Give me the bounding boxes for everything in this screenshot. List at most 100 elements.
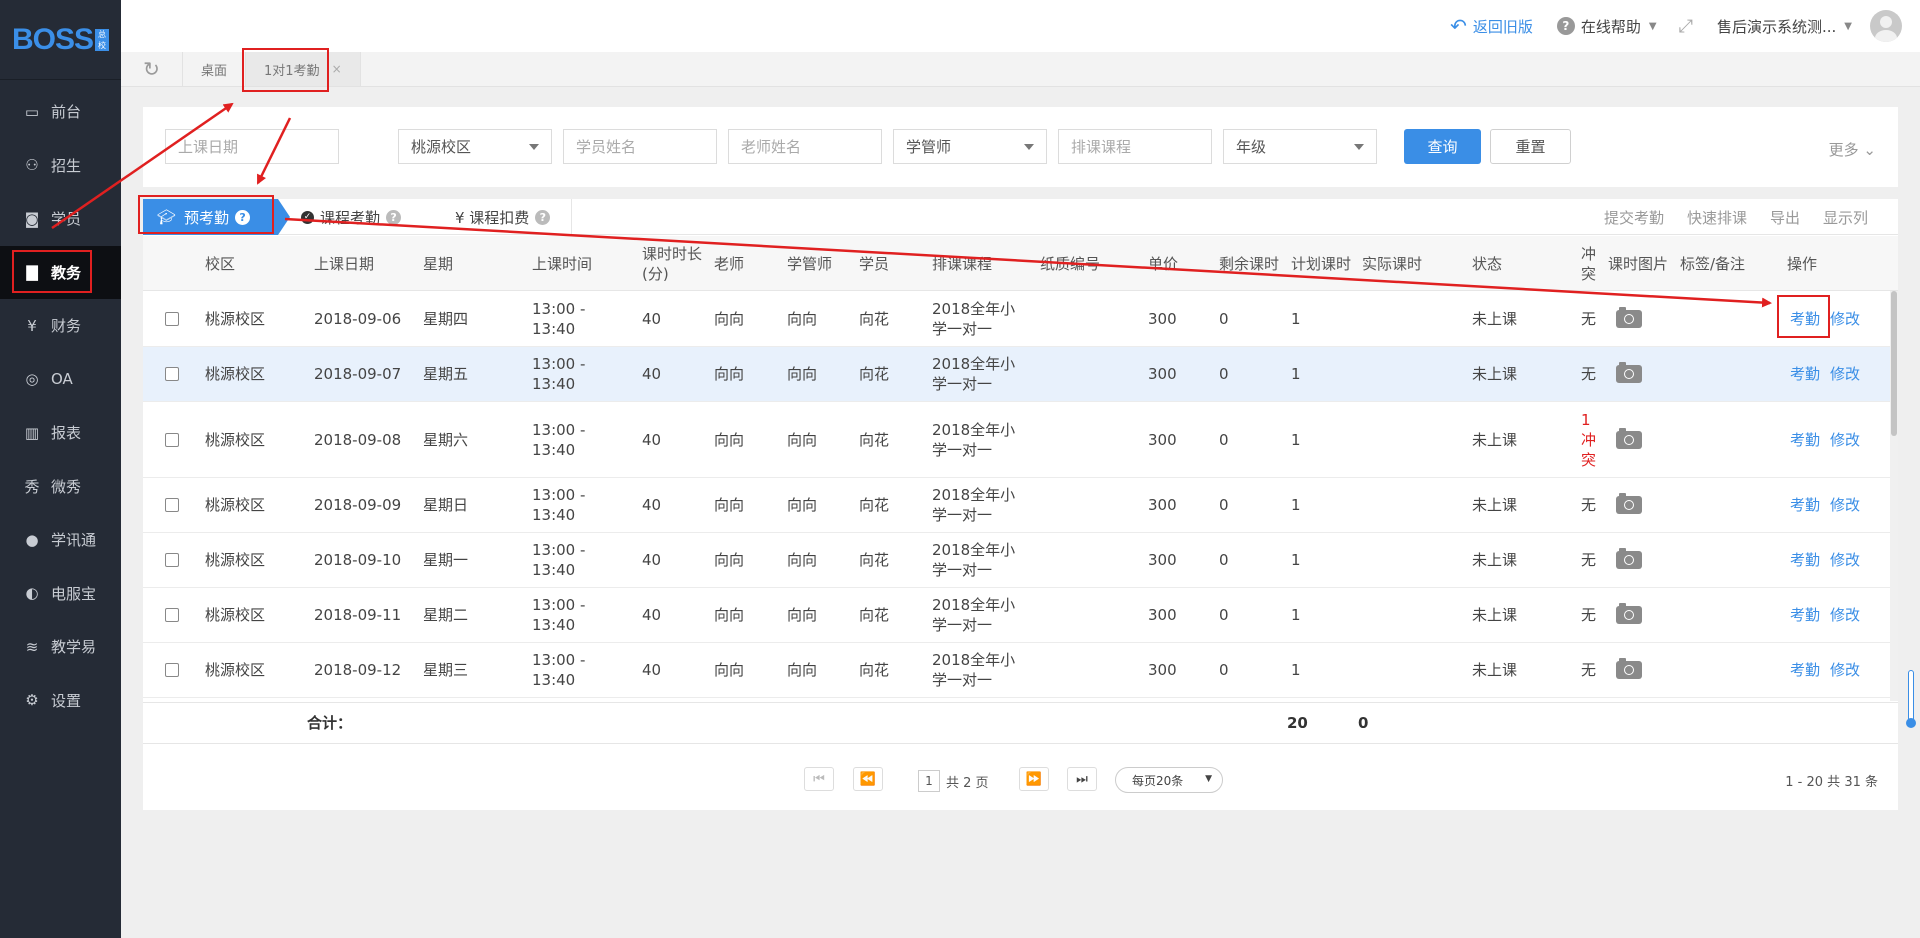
table-row[interactable]: 桃源校区 2018-09-12 星期三 13:00 - 13:40 40 向向 向向 向花 20… [143, 643, 1890, 698]
cell-manager: 向向 [787, 310, 818, 328]
course-input[interactable]: 排课课程 [1058, 129, 1212, 164]
attend-link[interactable]: 考勤 [1790, 550, 1820, 570]
camera-icon[interactable] [1616, 493, 1642, 514]
sidebar-item-5[interactable]: ◎ OA [0, 353, 121, 407]
reset-button[interactable]: 重置 [1490, 129, 1571, 164]
table-action-2[interactable]: 导出 [1770, 207, 1800, 228]
help-icon: ? [1556, 17, 1575, 35]
cell-operations: 考勤 修改 [1790, 347, 1890, 401]
sidebar-item-8[interactable]: ● 学讯通 [0, 513, 121, 567]
attend-link[interactable]: 考勤 [1790, 364, 1820, 384]
table-row[interactable]: 桃源校区 2018-09-07 星期五 13:00 - 13:40 40 向向 向向 向花 20… [143, 347, 1890, 402]
cell-course: 2018全年小学一对一 [932, 300, 1016, 338]
sidebar-item-6[interactable]: ▥ 报表 [0, 406, 121, 460]
edit-link[interactable]: 修改 [1830, 364, 1860, 384]
grade-select[interactable]: 年级 [1223, 129, 1377, 164]
next-page-button[interactable]: ⏩ [1019, 767, 1049, 791]
row-checkbox[interactable] [165, 432, 179, 447]
attend-link[interactable]: 考勤 [1790, 660, 1820, 680]
table-action-0[interactable]: 提交考勤 [1604, 207, 1664, 228]
table-action-1[interactable]: 快速排课 [1687, 207, 1747, 228]
more-filters-toggle[interactable]: 更多 ⌄ [1829, 139, 1876, 160]
avatar[interactable] [1870, 10, 1902, 42]
cell-date: 2018-09-11 [314, 606, 402, 624]
help-icon[interactable]: ? [386, 209, 402, 225]
date-input[interactable]: 上课日期 [165, 129, 339, 164]
attend-link[interactable]: 考勤 [1790, 495, 1820, 515]
table-row[interactable]: 桃源校区 2018-09-11 星期二 13:00 - 13:40 40 向向 向向 向花 20… [143, 588, 1890, 643]
row-checkbox[interactable] [165, 553, 179, 567]
tab-course-deduction[interactable]: ¥ 课程扣费 ? [455, 199, 551, 235]
row-checkbox[interactable] [165, 608, 179, 622]
table-row[interactable]: 桃源校区 2018-09-10 星期一 13:00 - 13:40 40 向向 向向 向花 20… [143, 533, 1890, 588]
fullscreen-icon[interactable]: ⤢ [1679, 16, 1693, 37]
sidebar-item-1[interactable]: ⚇ 招生 [0, 139, 121, 193]
online-help-menu[interactable]: ? 在线帮助 ▼ [1556, 16, 1657, 37]
row-checkbox[interactable] [165, 312, 179, 326]
table-row[interactable]: 桃源校区 2018-09-06 星期四 13:00 - 13:40 40 向向 向向 向花 20… [143, 292, 1890, 347]
camera-icon[interactable] [1616, 307, 1642, 328]
attend-link[interactable]: 考勤 [1790, 605, 1820, 625]
row-checkbox[interactable] [165, 663, 179, 677]
page-size-select[interactable]: 每页20条 ▼ [1115, 767, 1223, 793]
last-page-button[interactable]: ⏭ [1067, 767, 1097, 791]
sidebar-item-4[interactable]: ¥ 财务 [0, 299, 121, 353]
location-icon: ● [25, 530, 39, 549]
attend-link[interactable]: 考勤 [1790, 430, 1820, 450]
zoom-slider-knob[interactable] [1906, 718, 1916, 728]
table-row[interactable]: 桃源校区 2018-09-09 星期日 13:00 - 13:40 40 向向 向向 向花 20… [143, 478, 1890, 533]
edit-link[interactable]: 修改 [1830, 660, 1860, 680]
sidebar-item-11[interactable]: ⚙ 设置 [0, 674, 121, 728]
sidebar-item-label: 前台 [51, 103, 82, 122]
page-size-value: 每页20条 [1132, 773, 1184, 788]
page-indicator: 1 共 2 页 [918, 770, 989, 792]
sidebar-item-0[interactable]: ▭ 前台 [0, 85, 121, 139]
row-checkbox[interactable] [165, 367, 179, 381]
logo-badge: 总校 [95, 28, 110, 51]
sidebar-item-7[interactable]: 秀微秀 [0, 460, 121, 514]
user-menu[interactable]: 售后演示系统测... ▼ [1717, 10, 1902, 42]
campus-select[interactable]: 桃源校区 [398, 129, 552, 164]
camera-icon[interactable] [1616, 658, 1642, 679]
camera-icon[interactable] [1616, 427, 1642, 449]
edit-link[interactable]: 修改 [1830, 495, 1860, 515]
help-icon[interactable]: ? [535, 209, 551, 225]
edit-link[interactable]: 修改 [1830, 550, 1860, 570]
first-page-button[interactable]: ⏮ [804, 767, 834, 791]
manager-select[interactable]: 学管师 [893, 129, 1047, 164]
edit-link[interactable]: 修改 [1830, 309, 1860, 329]
tab-course-attendance[interactable]: ✓ 课程考勤 ? [301, 199, 402, 235]
student-name-input[interactable]: 学员姓名 [563, 129, 717, 164]
camera-icon[interactable] [1616, 362, 1642, 383]
refresh-icon[interactable]: ↻ [121, 52, 183, 86]
row-checkbox[interactable] [165, 498, 179, 512]
sidebar-item-2[interactable]: ◙ 学员 [0, 192, 121, 246]
sidebar-item-9[interactable]: ◐ 电服宝 [0, 567, 121, 621]
close-icon[interactable]: × [332, 62, 342, 76]
tab-divider [571, 199, 572, 235]
prev-page-button[interactable]: ⏪ [853, 767, 883, 791]
finance-icon: ¥ [27, 316, 37, 335]
edit-link[interactable]: 修改 [1830, 605, 1860, 625]
zoom-slider[interactable] [1908, 670, 1914, 724]
camera-icon[interactable] [1616, 603, 1642, 624]
back-old-version-link[interactable]: ↶ 返回旧版 [1450, 14, 1533, 38]
teacher-name-input[interactable]: 老师姓名 [728, 129, 882, 164]
campus-value: 桃源校区 [411, 138, 472, 156]
table-row[interactable]: 桃源校区 2018-09-08 星期六 13:00 - 13:40 40 向向 向向 向花 20… [143, 402, 1890, 478]
tab-desktop[interactable]: 桌面 [183, 52, 247, 86]
edit-link[interactable]: 修改 [1830, 430, 1860, 450]
sidebar-item-10[interactable]: ≋ 教学易 [0, 620, 121, 674]
camera-icon[interactable] [1616, 548, 1642, 569]
caret-down-icon [1024, 144, 1034, 150]
caret-down-icon: ▼ [1844, 20, 1852, 32]
cell-planned: 1 [1291, 496, 1301, 514]
table-scrollbar[interactable] [1890, 291, 1898, 701]
logo[interactable]: BOSS 总校 [0, 0, 121, 80]
table-action-3[interactable]: 显示列 [1823, 207, 1868, 228]
query-button[interactable]: 查询 [1404, 129, 1481, 164]
scrollbar-thumb[interactable] [1891, 291, 1897, 436]
annotation-box-attend [1777, 295, 1830, 338]
cell-manager: 向向 [787, 606, 818, 624]
page-number-input[interactable]: 1 [918, 770, 940, 792]
